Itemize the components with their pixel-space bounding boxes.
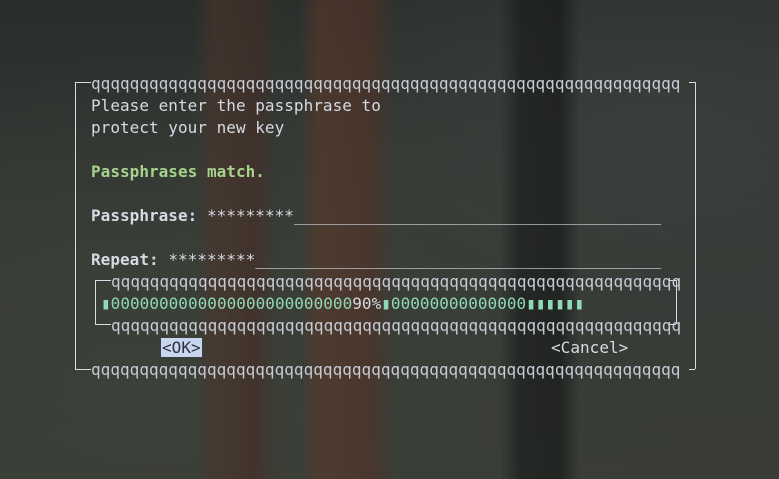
dialog-frame-top-left-corner [75, 82, 91, 83]
repeat-fill: ________________________________________… [255, 250, 662, 269]
passphrase-field[interactable]: Passphrase: *********___________________… [91, 205, 661, 227]
ok-button-row: <OK> [161, 337, 202, 359]
quality-meter: ▮000000000000000000000000090%▮0000000000… [101, 293, 584, 315]
pinentry-terminal: qqqqqqqqqqqqqqqqqqqqqqqqqqqqqqqqqqqqqqqq… [0, 0, 779, 479]
repeat-field[interactable]: Repeat: *********_______________________… [91, 249, 661, 271]
prompt-line-1: Please enter the passphrase to [91, 96, 381, 115]
passphrase-value: ********* [206, 206, 294, 225]
meter-left-cap: ▮ [101, 294, 111, 313]
dialog-border-top: qqqqqqqqqqqqqqqqqqqqqqqqqqqqqqqqqqqqqqqq… [91, 74, 681, 93]
ok-button[interactable]: <OK> [161, 338, 202, 357]
repeat-label: Repeat: [91, 250, 159, 269]
meter-frame-left-edge [95, 280, 96, 324]
meter-tail: ▮▮▮▮▮▮ [526, 294, 585, 313]
meter-frame-bottom-left-corner [95, 324, 111, 325]
meter-border-bottom: qqqqqqqqqqqqqqqqqqqqqqqqqqqqqqqqqqqqqqqq… [111, 316, 682, 335]
meter-mid-cap: ▮ [381, 294, 391, 313]
dialog-frame-left-edge [75, 82, 76, 369]
dialog-border-bottom: qqqqqqqqqqqqqqqqqqqqqqqqqqqqqqqqqqqqqqqq… [91, 360, 681, 379]
repeat-value: ********* [168, 250, 256, 269]
meter-percent: 90% [352, 294, 382, 313]
passphrase-label: Passphrase: [91, 206, 198, 225]
meter-frame-top-left-corner [95, 280, 111, 281]
meter-fill-right: 00000000000000 [390, 294, 527, 313]
dialog-frame-right-edge [695, 82, 696, 369]
dialog-frame-bottom-right-corner [689, 369, 695, 370]
meter-border-top: qqqqqqqqqqqqqqqqqqqqqqqqqqqqqqqqqqqqqqqq… [111, 272, 682, 291]
cancel-button[interactable]: <Cancel> [551, 337, 628, 359]
meter-fill-left: 0000000000000000000000000 [110, 294, 353, 313]
prompt-line-2: protect your new key [91, 118, 285, 137]
passphrase-fill: ______________________________________ [293, 206, 662, 225]
dialog-frame-bottom-left-corner [75, 369, 91, 370]
match-status: Passphrases match. [91, 162, 265, 181]
